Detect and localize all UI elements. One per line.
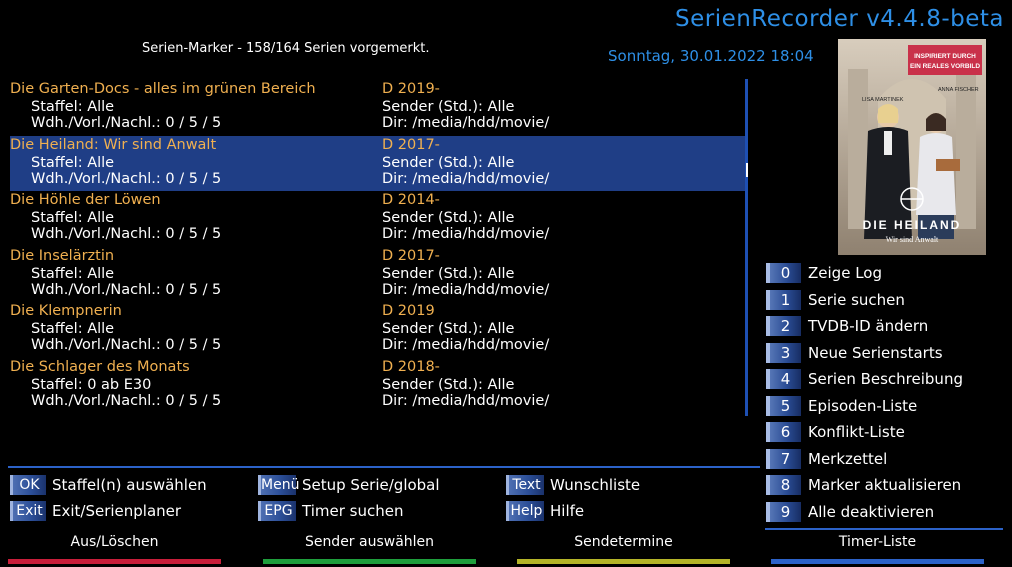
series-wdh: Wdh./Vorl./Nachl.: 0 / 5 / 5 [31,170,222,187]
number-menu-label[interactable]: Episoden-Liste [808,397,917,415]
number-menu-label[interactable]: Serie suchen [808,291,905,309]
series-sender: Sender (Std.): Alle [382,265,515,282]
series-sender: Sender (Std.): Alle [382,154,515,171]
key-exit-button[interactable]: Exit [10,501,46,521]
number-menu-label[interactable]: Serien Beschreibung [808,370,963,388]
series-row[interactable]: Die Klempnerin Staffel: Alle Wdh./Vorl./Na… [10,302,746,358]
series-dir: Dir: /media/hdd/movie/ [382,337,550,354]
series-sender: Sender (Std.): Alle [382,210,515,227]
series-marker-list[interactable]: Die Garten-Docs - alles im grünen Bereic… [10,80,746,416]
number-key-9[interactable]: 9 [766,501,801,522]
number-menu-label[interactable]: Konflikt-Liste [808,423,905,441]
poster-subtitle: Wir sind Anwalt [886,235,939,244]
key-menü-button[interactable]: Menü [258,475,299,495]
color-button-label[interactable]: Timer-Liste [771,534,984,550]
number-menu-label[interactable]: Neue Serienstarts [808,344,943,362]
series-dir: Dir: /media/hdd/movie/ [382,226,550,243]
color-button-label[interactable]: Aus/Löschen [8,534,221,550]
poster-actor-left: LISA MARTINEK [862,97,904,103]
marker-status-text: Serien-Marker - 158/164 Serien vorgemerk… [142,41,430,56]
divider [765,528,1003,530]
number-key-5[interactable]: 5 [766,395,801,416]
series-staffel: Staffel: Alle [31,210,115,227]
number-key-6[interactable]: 6 [766,422,801,442]
number-key-2[interactable]: 2 [766,316,801,336]
color-button-bar[interactable] [771,559,984,564]
series-sender: Sender (Std.): Alle [382,376,515,393]
color-button-bar[interactable] [8,559,221,564]
number-menu-label[interactable]: Alle deaktivieren [808,503,934,521]
series-wdh: Wdh./Vorl./Nachl.: 0 / 5 / 5 [31,337,222,354]
key-hint-label: Staffel(n) auswählen [52,476,207,494]
clock-datetime: Sonntag, 30.01.2022 18:04 [608,47,814,65]
color-button-bar[interactable] [517,559,730,564]
number-key-0[interactable]: 0 [766,263,801,283]
key-epg-button[interactable]: EPG [258,501,296,521]
series-staffel: Staffel: Alle [31,99,115,115]
series-year: D 2019 [382,303,435,320]
series-row[interactable]: Die Inselärztin Staffel: Alle Wdh./Vorl./N… [10,247,746,303]
key-hint-label: Exit/Serienplaner [52,502,182,520]
color-button-label[interactable]: Sender auswählen [263,534,476,550]
series-dir: Dir: /media/hdd/movie/ [382,392,550,409]
key-hint-label: Hilfe [550,502,585,520]
number-key-7[interactable]: 7 [766,448,801,469]
series-name: Die Heiland: Wir sind Anwalt [10,136,217,153]
poster-tagline-1: INSPIRIERT DURCH [914,53,976,60]
app-title: SerienRecorder v4.4.8-beta [674,6,1004,32]
series-staffel: Staffel: Alle [31,154,115,171]
key-hint-label: Timer suchen [302,502,404,520]
series-row[interactable]: Die Schlager des Monats Staffel: 0 ab E30… [10,358,746,414]
series-name: Die Garten-Docs - alles im grünen Bereic… [10,81,316,97]
number-key-1[interactable]: 1 [766,289,801,310]
number-menu-label[interactable]: Zeige Log [808,264,882,282]
series-name: Die Inselärztin [10,247,115,264]
poster-title: DIE HEILAND [863,218,962,232]
series-staffel: Staffel: 0 ab E30 [31,376,152,393]
series-name: Die Höhle der Löwen [10,192,161,209]
series-staffel: Staffel: Alle [31,321,115,338]
series-dir: Dir: /media/hdd/movie/ [382,170,550,187]
series-sender: Sender (Std.): Alle [382,321,515,338]
series-name: Die Klempnerin [10,303,122,320]
color-button-label[interactable]: Sendetermine [517,534,730,550]
series-dir: Dir: /media/hdd/movie/ [382,115,550,131]
list-scrollbar-thumb[interactable] [746,163,748,177]
list-scrollbar[interactable] [745,79,748,416]
key-hint-label: Setup Serie/global [302,476,440,494]
series-year: D 2014- [382,192,440,209]
series-year: D 2018- [382,358,440,375]
series-year: D 2017- [382,136,440,153]
color-button-bar[interactable] [263,559,476,564]
series-row[interactable]: Die Höhle der Löwen Staffel: Alle Wdh./Vor… [10,191,746,247]
series-wdh: Wdh./Vorl./Nachl.: 0 / 5 / 5 [31,281,222,298]
key-help-button[interactable]: Help [506,501,544,521]
divider [8,466,760,468]
series-poster: INSPIRIERT DURCH EIN REALES VORBILD LISA… [838,39,986,255]
series-staffel: Staffel: Alle [31,265,115,282]
number-menu-label[interactable]: TVDB-ID ändern [808,317,928,335]
number-menu-label[interactable]: Merkzettel [808,450,887,468]
poster-tagline-2: EIN REALES VORBILD [910,63,980,70]
key-text-button[interactable]: Text [506,475,544,495]
series-dir: Dir: /media/hdd/movie/ [382,281,550,298]
poster-actor-right: ANNA FISCHER [938,87,979,93]
number-key-8[interactable]: 8 [766,475,801,495]
series-wdh: Wdh./Vorl./Nachl.: 0 / 5 / 5 [31,226,222,243]
series-year: D 2019- [382,81,440,97]
poster-image: INSPIRIERT DURCH EIN REALES VORBILD LISA… [838,39,986,255]
number-key-4[interactable]: 4 [766,369,801,389]
key-ok-button[interactable]: OK [10,475,46,495]
series-wdh: Wdh./Vorl./Nachl.: 0 / 5 / 5 [31,392,222,409]
number-menu-label[interactable]: Marker aktualisieren [808,476,961,494]
series-name: Die Schlager des Monats [10,358,190,375]
series-sender: Sender (Std.): Alle [382,99,515,115]
series-row[interactable]: Die Garten-Docs - alles im grünen Bereic… [10,80,746,136]
key-hint-label: Wunschliste [550,476,641,494]
series-wdh: Wdh./Vorl./Nachl.: 0 / 5 / 5 [31,115,222,131]
series-row[interactable]: Die Heiland: Wir sind Anwalt Staffel: All… [10,135,746,192]
number-key-3[interactable]: 3 [766,342,801,363]
series-year: D 2017- [382,247,440,264]
